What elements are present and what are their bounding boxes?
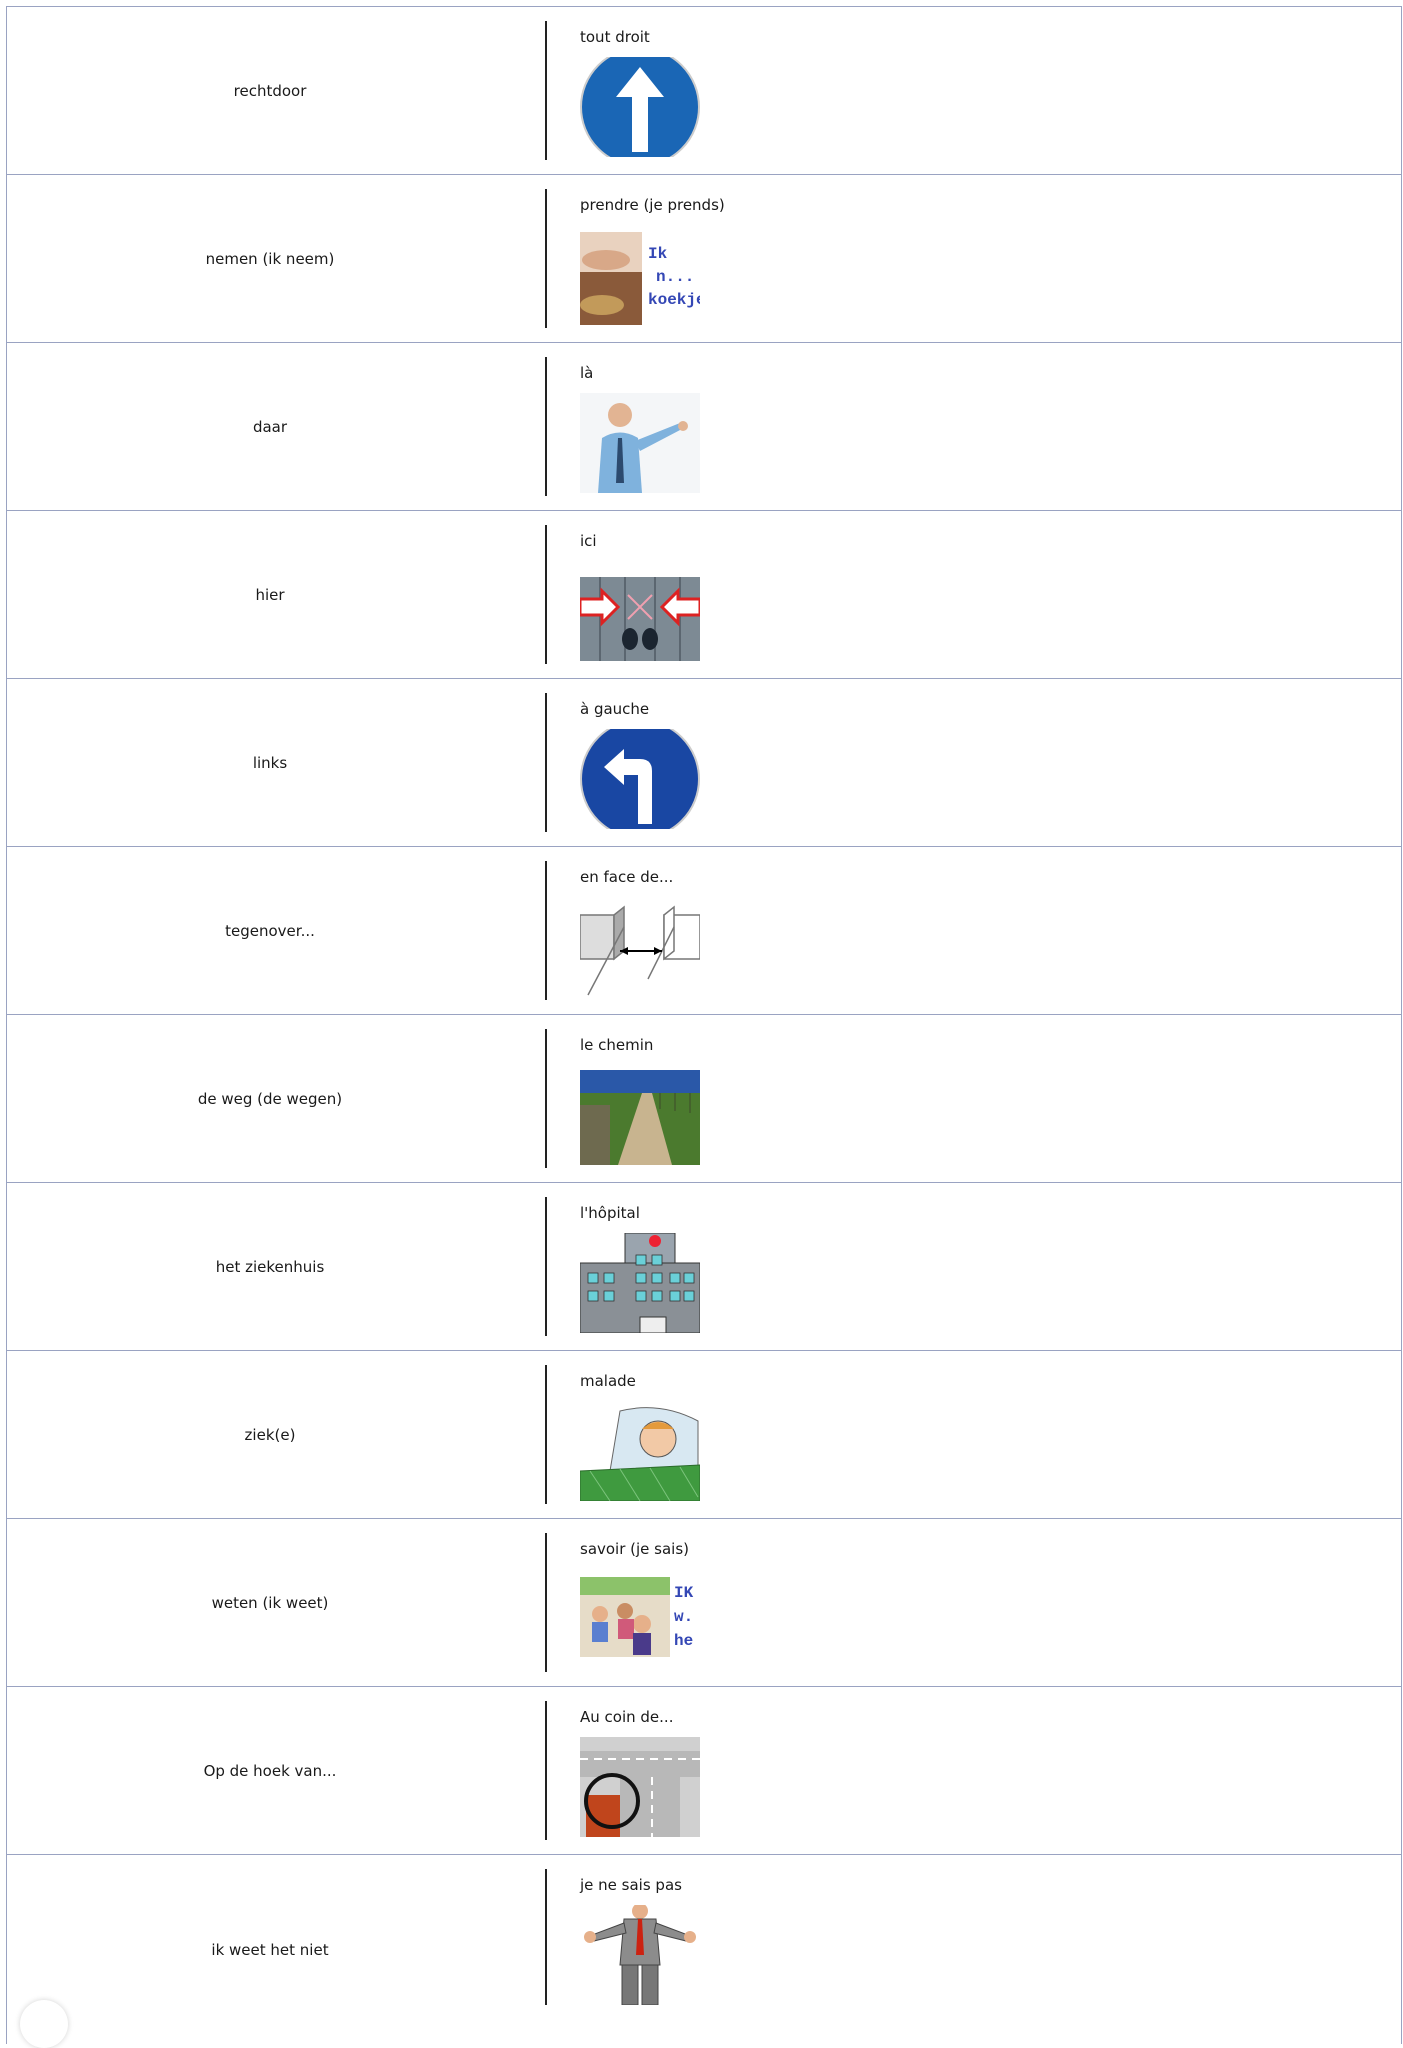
french-term: en face de... xyxy=(580,868,674,886)
french-term: à gauche xyxy=(580,700,650,718)
french-term: tout droit xyxy=(580,28,650,46)
svg-text:w.: w. xyxy=(674,1608,693,1626)
vocabulary-table: rechtdoor tout droit nemen (ik neem) pre… xyxy=(6,6,1402,2044)
french-term: Au coin de... xyxy=(580,1708,674,1726)
divider xyxy=(545,693,547,832)
dutch-term: ik weet het niet xyxy=(211,1940,329,1959)
french-term: savoir (je sais) xyxy=(580,1540,690,1558)
divider xyxy=(545,1533,547,1672)
divider xyxy=(545,21,547,160)
table-row: nemen (ik neem) prendre (je prends) Ik n… xyxy=(6,174,1402,342)
opposite-blocks-icon xyxy=(580,897,700,997)
table-row: hier ici xyxy=(6,510,1402,678)
dutch-term: rechtdoor xyxy=(233,81,307,100)
divider xyxy=(545,525,547,664)
dutch-term: Op de hoek van... xyxy=(203,1761,337,1780)
dutch-term: tegenover... xyxy=(225,921,315,940)
divider xyxy=(545,861,547,1000)
table-row: het ziekenhuis l'hôpital xyxy=(6,1182,1402,1350)
table-row: weten (ik weet) savoir (je sais) IK w. h… xyxy=(6,1518,1402,1686)
sick-child-icon xyxy=(580,1401,700,1501)
french-term: malade xyxy=(580,1372,636,1390)
french-term: là xyxy=(580,364,594,382)
table-row: tegenover... en face de... xyxy=(6,846,1402,1014)
street-corner-icon xyxy=(580,1737,700,1837)
pointing-man-icon xyxy=(580,393,700,493)
table-row: ik weet het niet je ne sais pas xyxy=(6,1854,1402,2044)
table-row: Op de hoek van... Au coin de... xyxy=(6,1686,1402,1854)
french-term: je ne sais pas xyxy=(580,1876,682,1894)
french-term: ici xyxy=(580,532,597,550)
table-row: links à gauche xyxy=(6,678,1402,846)
dutch-term: nemen (ik neem) xyxy=(205,249,335,268)
table-row: de weg (de wegen) le chemin xyxy=(6,1014,1402,1182)
table-row: daar là xyxy=(6,342,1402,510)
svg-text:he: he xyxy=(674,1632,693,1650)
shrugging-man-icon xyxy=(580,1905,700,2005)
divider xyxy=(545,1365,547,1504)
dutch-term: hier xyxy=(255,585,285,604)
turn-left-sign-icon xyxy=(580,729,700,829)
dutch-term: de weg (de wegen) xyxy=(197,1089,343,1108)
floating-action-button[interactable] xyxy=(20,2000,68,2048)
hospital-icon xyxy=(580,1233,700,1333)
divider xyxy=(545,189,547,328)
svg-text:Ik: Ik xyxy=(648,245,668,263)
divider xyxy=(545,1701,547,1840)
classroom-icon: IK w. he xyxy=(580,1569,700,1669)
svg-text:n...: n... xyxy=(656,268,694,286)
dutch-term: het ziekenhuis xyxy=(215,1257,325,1276)
french-term: l'hôpital xyxy=(580,1204,640,1222)
svg-text:IK: IK xyxy=(674,1584,694,1602)
french-term: prendre (je prends) xyxy=(580,196,725,214)
divider xyxy=(545,1869,547,2005)
dutch-term: links xyxy=(252,753,288,772)
divider xyxy=(545,1029,547,1168)
table-row: rechtdoor tout droit xyxy=(6,6,1402,174)
svg-text:koekje: koekje xyxy=(648,291,700,309)
dutch-term: weten (ik weet) xyxy=(211,1593,329,1612)
country-path-icon xyxy=(580,1065,700,1165)
hand-cookie-icon: Ik n... koekje xyxy=(580,225,700,325)
divider xyxy=(545,1197,547,1336)
divider xyxy=(545,357,547,496)
dutch-term: ziek(e) xyxy=(244,1425,296,1444)
arrow-up-sign-icon xyxy=(580,57,700,157)
table-row: ziek(e) malade xyxy=(6,1350,1402,1518)
french-term: le chemin xyxy=(580,1036,654,1054)
feet-arrows-icon xyxy=(580,561,700,661)
dutch-term: daar xyxy=(252,417,288,436)
